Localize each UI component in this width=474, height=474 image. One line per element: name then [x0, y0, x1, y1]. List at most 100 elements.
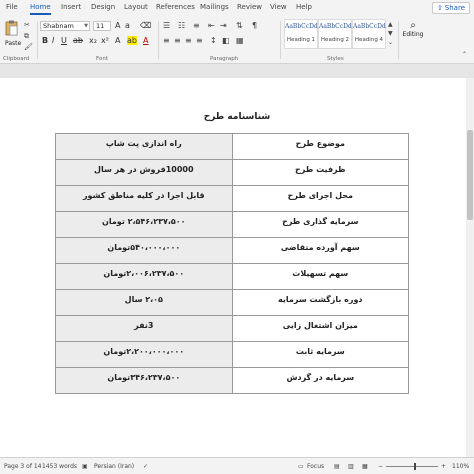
ribbon: Paste ✂ ⧉ 🖌 Clipboard Shabnam ▼ 11 A a ⌫… [0, 17, 474, 64]
document-title: شناسنامه طرح [203, 112, 271, 122]
tab-design[interactable]: Design [91, 3, 115, 11]
row-value[interactable]: ۳۴۶،۲۳۷،۵۰۰تومان [55, 367, 233, 394]
style-heading-4[interactable]: AaBbCcDd Heading 4 [352, 19, 386, 49]
row-value[interactable]: قابل اجرا در کلیه مناطق کشور [55, 185, 233, 212]
font-color-icon[interactable]: A [143, 36, 148, 45]
collapse-ribbon-icon[interactable]: ⌃ [462, 51, 467, 58]
styles-scroll-down-icon[interactable]: ▼ [388, 30, 393, 37]
row-value[interactable]: ۵۴۰،۰۰۰،۰۰۰تومان [55, 237, 233, 264]
copy-icon[interactable]: ⧉ [24, 32, 29, 41]
decrease-indent-icon[interactable]: ⇤ [208, 21, 215, 30]
align-center-icon[interactable]: ≡ [174, 36, 181, 45]
styles-more-icon[interactable]: ⌄ [388, 39, 393, 46]
scrollbar-thumb[interactable] [467, 130, 473, 220]
paste-button[interactable]: Paste [5, 40, 21, 47]
read-mode-icon[interactable]: ▤ [334, 463, 340, 470]
row-label[interactable]: دوره بازگشت سرمایه [231, 289, 410, 316]
share-icon: ⇧ [436, 4, 443, 12]
font-name-combo[interactable]: Shabnam ▼ [40, 21, 90, 31]
increase-indent-icon[interactable]: ⇥ [220, 21, 227, 30]
numbering-icon[interactable]: ☷ [178, 21, 185, 30]
style-sample: AaBbCcDd [353, 23, 386, 30]
row-label[interactable]: سهم آورده متقاضی [231, 237, 410, 264]
line-spacing-icon[interactable]: ↕ [210, 36, 217, 45]
underline-icon[interactable]: U [61, 36, 67, 45]
font-size-combo[interactable]: 11 [93, 21, 111, 31]
tab-view[interactable]: View [270, 3, 287, 11]
zoom-in-icon[interactable]: + [441, 463, 446, 470]
style-name: Heading 4 [354, 37, 384, 43]
row-label[interactable]: موضوع طرح [231, 133, 410, 160]
zoom-slider-thumb[interactable] [414, 463, 416, 470]
tab-review[interactable]: Review [237, 3, 262, 11]
row-label[interactable]: میزان اشتغال زایی [231, 315, 410, 342]
tab-help[interactable]: Help [296, 3, 312, 11]
row-value[interactable]: 10000فروش در هر سال [55, 159, 233, 186]
italic-icon[interactable]: I [52, 36, 54, 45]
styles-group-label: Styles [327, 56, 344, 62]
subscript-icon[interactable]: x₂ [89, 36, 97, 45]
cut-icon[interactable]: ✂ [24, 21, 30, 29]
row-label[interactable]: سرمایه در گردش [231, 367, 410, 394]
clear-format-icon[interactable]: ⌫ [140, 21, 151, 30]
text-effects-icon[interactable]: A [115, 36, 120, 45]
word-count[interactable]: 1453 words [42, 463, 77, 470]
row-value[interactable]: 3نفر [55, 315, 233, 342]
info-table: راه اندازی پت شاپ موضوع طرح 10000فروش در ه… [55, 133, 410, 394]
paste-icon[interactable] [5, 20, 18, 36]
page-count[interactable]: Page 3 of 14 [4, 463, 41, 470]
tab-file[interactable]: File [6, 3, 18, 11]
web-layout-icon[interactable]: ▦ [362, 463, 368, 470]
styles-scroll-up-icon[interactable]: ▲ [388, 21, 393, 28]
row-label[interactable]: سهم تسهیلات [231, 263, 410, 290]
proofing-icon[interactable]: ▣ [82, 463, 88, 470]
search-icon: ⌕ [410, 20, 416, 31]
sort-icon[interactable]: ⇅ [236, 21, 243, 30]
format-painter-icon[interactable]: 🖌 [24, 43, 33, 51]
row-label[interactable]: محل اجرای طرح [231, 185, 410, 212]
style-heading-1[interactable]: AaBbCcDd Heading 1 [284, 19, 318, 49]
row-value[interactable]: ۲،۲۰۰،۰۰۰،۰۰۰تومان [55, 341, 233, 368]
style-sample: AaBbCcDd [285, 23, 318, 30]
focus-icon[interactable]: ▭ [298, 463, 304, 470]
zoom-level[interactable]: 110% [452, 463, 469, 470]
show-formatting-icon[interactable]: ¶ [252, 21, 257, 30]
row-value[interactable]: راه اندازی پت شاپ [55, 133, 233, 160]
superscript-icon[interactable]: x² [101, 36, 109, 45]
zoom-out-icon[interactable]: − [378, 463, 383, 470]
shading-icon[interactable]: ◧ [222, 36, 230, 45]
focus-button[interactable]: Focus [307, 463, 324, 470]
editing-button[interactable]: ⌕ Editing [402, 20, 424, 38]
grow-font-icon[interactable]: A [115, 21, 120, 30]
tab-mailings[interactable]: Mailings [200, 3, 229, 11]
print-layout-icon[interactable]: ▥ [348, 463, 354, 470]
tab-home[interactable]: Home [30, 3, 51, 15]
row-value[interactable]: ۲،۰۰۶،۲۳۷،۵۰۰تومان [55, 263, 233, 290]
share-button[interactable]: ⇧ Share [431, 2, 470, 14]
row-label[interactable]: ظرفیت طرح [231, 159, 410, 186]
row-value[interactable]: ۲،۰۵ سال [55, 289, 233, 316]
language-indicator[interactable]: Persian (Iran) [94, 463, 134, 470]
bullets-icon[interactable]: ☰ [163, 21, 170, 30]
document-page[interactable]: شناسنامه طرح راه اندازی پت شاپ موضوع طرح 1… [0, 78, 474, 457]
bold-icon[interactable]: B [42, 36, 48, 45]
zoom-slider[interactable] [386, 466, 438, 467]
row-label[interactable]: سرمایه گذاری طرح [231, 211, 410, 238]
accessibility-icon[interactable]: ✓ [143, 463, 148, 470]
borders-icon[interactable]: ▦ [236, 36, 244, 45]
style-heading-2[interactable]: AaBbCcDd Heading 2 [318, 19, 352, 49]
shrink-font-icon[interactable]: a [125, 21, 130, 30]
tab-layout[interactable]: Layout [124, 3, 148, 11]
tab-insert[interactable]: Insert [61, 3, 81, 11]
vertical-scrollbar[interactable] [466, 78, 474, 457]
row-label[interactable]: سرمایه ثابت [231, 341, 410, 368]
highlight-icon[interactable]: ab [127, 36, 137, 45]
tab-references[interactable]: References [156, 3, 195, 11]
row-value[interactable]: ۲،۵۴۶،۲۳۷،۵۰۰ تومان [55, 211, 233, 238]
align-right-icon[interactable]: ≡ [185, 36, 192, 45]
multilevel-list-icon[interactable]: ≡ [193, 21, 200, 30]
table-row: 10000فروش در هر سال ظرفیت طرح [55, 159, 410, 186]
align-left-icon[interactable]: ≡ [163, 36, 170, 45]
justify-icon[interactable]: ≡ [196, 36, 203, 45]
strikethrough-icon[interactable]: ab [73, 36, 83, 45]
